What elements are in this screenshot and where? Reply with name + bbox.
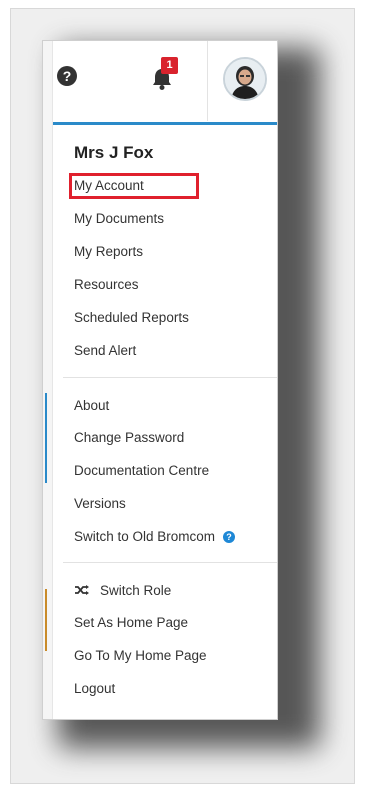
menu-item-switch-old-bromcom[interactable]: Switch to Old Bromcom? xyxy=(74,526,236,548)
left-accent-bar xyxy=(45,393,47,483)
menu-item-my-account[interactable]: My Account xyxy=(74,175,144,197)
header-divider xyxy=(207,41,208,121)
menu-item-go-to-home-page[interactable]: Go To My Home Page xyxy=(74,645,207,667)
left-accent-bar-orange xyxy=(45,589,47,651)
menu-item-scheduled-reports[interactable]: Scheduled Reports xyxy=(74,307,189,329)
user-name: Mrs J Fox xyxy=(74,143,154,162)
notification-badge: 1 xyxy=(161,57,178,74)
avatar[interactable] xyxy=(223,57,267,101)
menu-item-send-alert[interactable]: Send Alert xyxy=(74,340,136,362)
page-edge xyxy=(43,41,53,719)
shuffle-icon xyxy=(74,580,92,602)
menu-divider xyxy=(63,377,277,378)
top-bar: ? 1 xyxy=(53,41,277,125)
user-dropdown-menu: ? 1 Mrs J Fox My Account My Documents My xyxy=(42,40,278,720)
menu-divider xyxy=(63,562,277,563)
menu-item-resources[interactable]: Resources xyxy=(74,274,139,296)
help-icon[interactable]: ? xyxy=(57,66,77,86)
menu-item-my-documents[interactable]: My Documents xyxy=(74,208,164,230)
menu-item-about[interactable]: About xyxy=(74,395,109,417)
menu-item-label: Switch Role xyxy=(100,583,172,598)
menu-item-versions[interactable]: Versions xyxy=(74,493,126,515)
menu-item-set-home-page[interactable]: Set As Home Page xyxy=(74,612,188,634)
menu-item-switch-role[interactable]: Switch Role xyxy=(74,580,171,602)
menu-item-change-password[interactable]: Change Password xyxy=(74,427,184,449)
menu-item-label: Switch to Old Bromcom xyxy=(74,529,216,544)
menu-item-my-reports[interactable]: My Reports xyxy=(74,241,143,263)
info-icon[interactable]: ? xyxy=(223,531,236,543)
menu-item-logout[interactable]: Logout xyxy=(74,678,115,700)
menu-item-documentation-centre[interactable]: Documentation Centre xyxy=(74,460,209,482)
